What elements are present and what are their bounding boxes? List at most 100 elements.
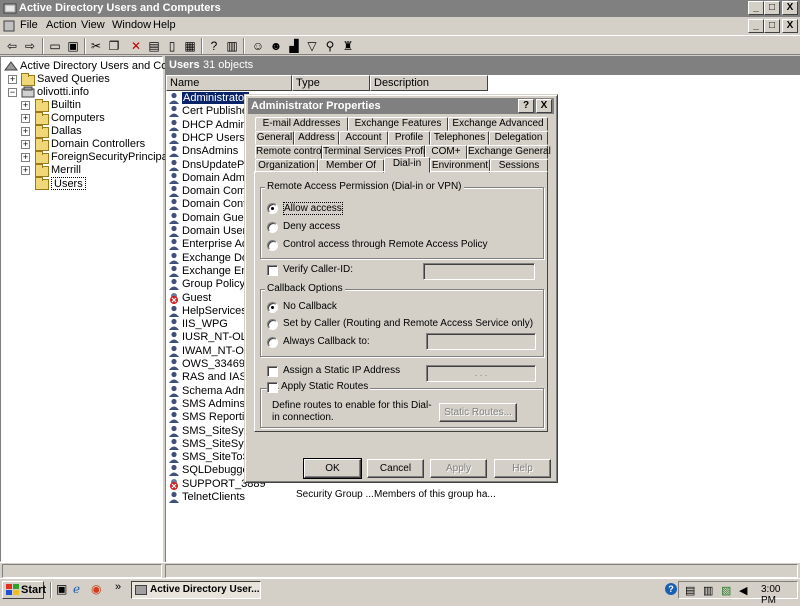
tree-expander[interactable]: + <box>21 101 30 110</box>
tree-expander[interactable]: + <box>21 153 30 162</box>
clock[interactable]: 3:00 PM <box>761 584 797 606</box>
show-desktop-icon[interactable]: ▣ <box>56 582 67 596</box>
tree-item-domain-controllers[interactable]: Domain Controllers <box>51 138 145 151</box>
caller-id-field[interactable] <box>423 263 535 280</box>
menu-action[interactable]: Action <box>46 19 77 31</box>
deny-access-label[interactable]: Deny access <box>283 221 340 232</box>
tab-address[interactable]: Address <box>294 131 339 145</box>
refresh-icon[interactable]: ▯ <box>164 38 180 54</box>
tree-expander[interactable]: + <box>21 166 30 175</box>
start-button[interactable]: Start <box>2 581 46 599</box>
table-row[interactable]: TelnetClients <box>166 491 292 504</box>
always-callback-label[interactable]: Always Callback to: <box>283 336 370 347</box>
show-tree-icon[interactable]: ▣ <box>65 38 81 54</box>
cancel-button[interactable]: Cancel <box>367 459 424 478</box>
cut-icon[interactable]: ✂ <box>88 38 104 54</box>
tree-expander[interactable]: − <box>8 88 17 97</box>
internet-explorer-icon[interactable]: ℯ <box>73 582 80 596</box>
console-icon[interactable]: ▥ <box>224 38 240 54</box>
control-access-label[interactable]: Control access through Remote Access Pol… <box>283 239 488 250</box>
menu-file[interactable]: File <box>20 19 38 31</box>
console-tree[interactable]: Active Directory Users and Computer + Sa… <box>0 56 202 562</box>
tab-exchange-features[interactable]: Exchange Features <box>348 117 448 131</box>
back-icon[interactable]: ⇦ <box>4 38 20 54</box>
set-by-caller-label[interactable]: Set by Caller (Routing and Remote Access… <box>283 318 533 329</box>
tab-exchange-general[interactable]: Exchange General <box>467 145 551 159</box>
set-by-caller-radio[interactable] <box>267 319 278 330</box>
printer-icon[interactable]: ▥ <box>703 584 713 597</box>
add-to-group-icon[interactable]: ♜ <box>340 38 356 54</box>
mdi-close-button[interactable]: X <box>782 19 798 33</box>
taskbar-item-active-directory[interactable]: Active Directory User... <box>131 581 261 599</box>
security-icon[interactable]: ▧ <box>721 584 731 597</box>
up-icon[interactable]: ▭ <box>47 38 63 54</box>
dialog-close-button[interactable]: X <box>536 99 552 113</box>
forward-icon[interactable]: ⇨ <box>22 38 38 54</box>
speaker-icon[interactable]: ◀ <box>739 584 747 597</box>
tree-item-builtin[interactable]: Builtin <box>51 99 81 112</box>
quick-launch-more-icon[interactable]: » <box>115 581 121 593</box>
tree-item-merrill[interactable]: Merrill <box>51 164 81 177</box>
static-ip-field[interactable]: . . . <box>426 365 536 382</box>
new-group-icon[interactable]: ☻ <box>268 38 284 54</box>
close-button[interactable]: X <box>782 1 798 15</box>
tab-profile[interactable]: Profile <box>388 131 430 145</box>
firefox-icon[interactable]: ◉ <box>91 582 101 596</box>
context-help-button[interactable]: ? <box>518 99 534 113</box>
tab-delegation[interactable]: Delegation <box>489 131 548 145</box>
help-icon[interactable]: ? <box>665 583 677 595</box>
tree-item-dallas[interactable]: Dallas <box>51 125 82 138</box>
tab-dial-in[interactable]: Dial-in <box>384 157 430 173</box>
new-user-icon[interactable]: ☺ <box>250 38 266 54</box>
tab-exchange-advanced[interactable]: Exchange Advanced <box>448 117 548 131</box>
tab-account[interactable]: Account <box>339 131 388 145</box>
callback-number-field[interactable] <box>426 333 536 350</box>
column-header-type[interactable]: Type <box>292 75 370 91</box>
deny-access-radio[interactable] <box>267 222 278 233</box>
verify-caller-id-label[interactable]: Verify Caller-ID: <box>283 264 353 275</box>
no-callback-label[interactable]: No Callback <box>283 301 337 312</box>
menu-view[interactable]: View <box>81 19 105 31</box>
always-callback-radio[interactable] <box>267 337 278 348</box>
allow-access-radio[interactable] <box>267 203 278 214</box>
menu-help[interactable]: Help <box>153 19 176 31</box>
static-routes-checkbox[interactable] <box>267 382 278 393</box>
no-callback-radio[interactable] <box>267 302 278 313</box>
tree-item-domain[interactable]: olivotti.info <box>37 86 89 99</box>
tab-com-plus[interactable]: COM+ <box>425 145 467 159</box>
tab-telephones[interactable]: Telephones <box>430 131 489 145</box>
mdi-minimize-button[interactable]: _ <box>748 19 764 33</box>
allow-access-label[interactable]: Allow access <box>283 202 343 215</box>
ok-button[interactable]: OK <box>303 458 362 479</box>
column-header-description[interactable]: Description <box>370 75 488 91</box>
network-icon[interactable]: ▤ <box>685 584 695 597</box>
tree-expander[interactable]: + <box>21 114 30 123</box>
find-icon[interactable]: ⚲ <box>322 38 338 54</box>
static-ip-checkbox[interactable] <box>267 366 278 377</box>
new-ou-icon[interactable]: ▟ <box>286 38 302 54</box>
static-routes-label[interactable]: Apply Static Routes <box>279 381 371 392</box>
tree-item-saved-queries[interactable]: Saved Queries <box>37 73 110 86</box>
help-icon[interactable]: ? <box>206 38 222 54</box>
mdi-restore-button[interactable]: □ <box>764 19 780 33</box>
minimize-button[interactable]: _ <box>748 1 764 15</box>
static-routes-button[interactable]: Static Routes... <box>439 403 517 422</box>
administrator-properties-dialog[interactable]: Administrator Properties ? X E-mail Addr… <box>244 94 558 483</box>
copy-icon[interactable]: ❐ <box>106 38 122 54</box>
tree-expander[interactable]: + <box>21 127 30 136</box>
tree-expander[interactable]: + <box>8 75 17 84</box>
tree-expander[interactable]: + <box>21 140 30 149</box>
export-icon[interactable]: ▦ <box>182 38 198 54</box>
tab-email-addresses[interactable]: E-mail Addresses <box>255 117 348 131</box>
help-button[interactable]: Help <box>494 459 551 478</box>
filter-icon[interactable]: ▽ <box>304 38 320 54</box>
apply-button[interactable]: Apply <box>430 459 487 478</box>
column-header-name[interactable]: Name <box>166 75 292 91</box>
window-title-bar[interactable]: Active Directory Users and Computers _ □… <box>0 0 800 17</box>
delete-icon[interactable]: ✕ <box>128 38 144 54</box>
tree-item-foreign-security-principals[interactable]: ForeignSecurityPrincipals <box>51 151 176 164</box>
tab-general[interactable]: General <box>255 131 294 145</box>
tree-item-computers[interactable]: Computers <box>51 112 105 125</box>
static-ip-label[interactable]: Assign a Static IP Address <box>283 365 400 376</box>
tree-item-users[interactable]: Users <box>51 177 86 190</box>
